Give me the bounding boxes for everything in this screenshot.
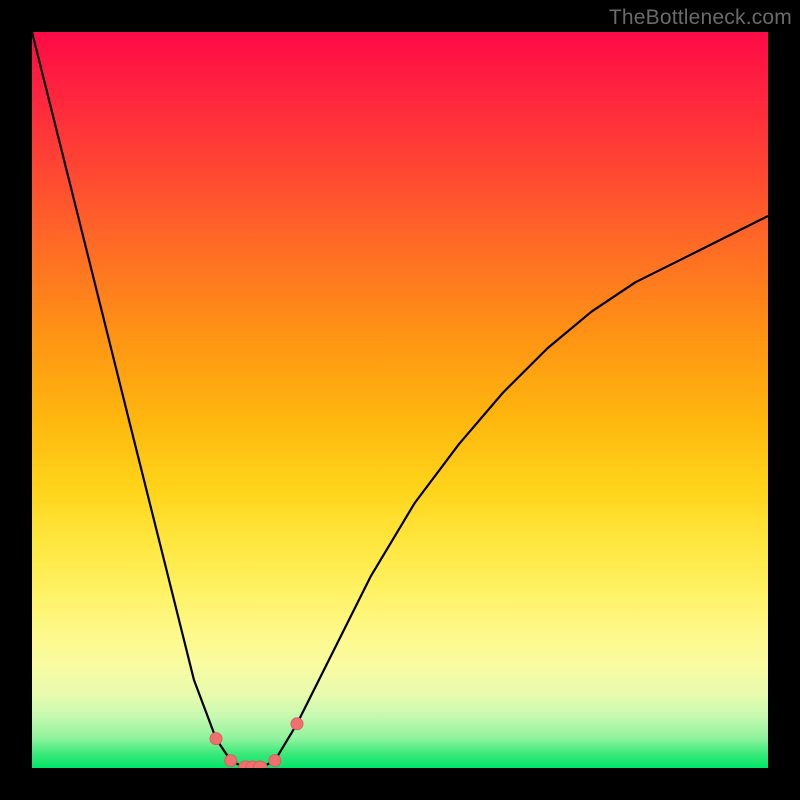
curve-markers [210, 718, 303, 768]
curve-marker [225, 755, 237, 767]
curve-marker [291, 718, 303, 730]
plot-area [32, 32, 768, 768]
curve-marker [210, 733, 222, 745]
bottleneck-curve [32, 32, 768, 768]
chart-frame: TheBottleneck.com [0, 0, 800, 800]
curve-marker [269, 755, 281, 767]
curve-layer [32, 32, 768, 768]
watermark-text: TheBottleneck.com [609, 6, 792, 30]
